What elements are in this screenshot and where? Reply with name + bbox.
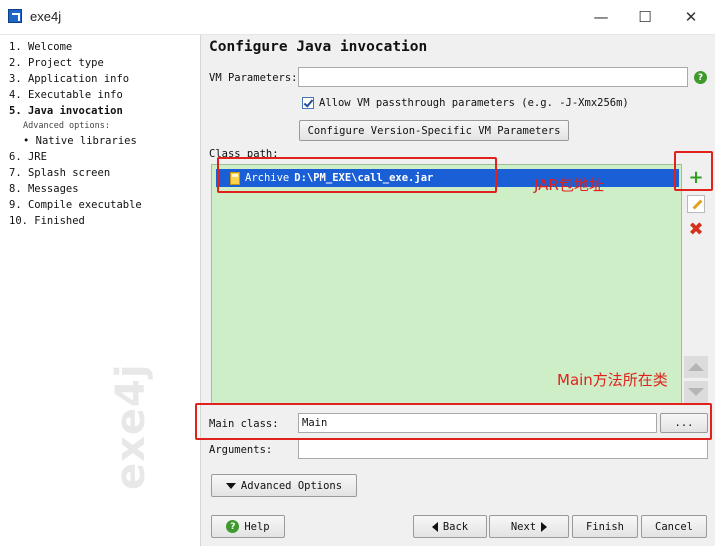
step-welcome[interactable]: 1. Welcome (9, 39, 142, 55)
exe4j-app-icon (8, 9, 22, 23)
back-arrow-icon (431, 521, 438, 532)
configure-vm-parameters-label: Configure Version-Specific VM Parameters (307, 124, 561, 137)
step-splash-screen[interactable]: 7. Splash screen (9, 165, 142, 181)
step-finished[interactable]: 10. Finished (9, 213, 142, 229)
move-down-button[interactable] (684, 381, 708, 403)
help-button[interactable]: ? Help (211, 515, 285, 538)
cancel-button-label: Cancel (655, 520, 693, 533)
step-java-invocation[interactable]: 5. Java invocation (9, 103, 142, 119)
step-project-type[interactable]: 2. Project type (9, 55, 142, 71)
move-up-icon (688, 363, 704, 371)
vm-parameters-label: VM Parameters: (209, 72, 298, 84)
advanced-options-button[interactable]: Advanced Options (211, 474, 357, 497)
main-annotation: Main方法所在类 (557, 371, 668, 389)
classpath-label: Class path: (209, 148, 279, 160)
remove-classpath-button[interactable]: ✖ (684, 219, 708, 241)
next-arrow-icon (541, 521, 548, 532)
step-compile-executable[interactable]: 9. Compile executable (9, 197, 142, 213)
help-button-label: Help (244, 520, 270, 533)
page-title: Configure Java invocation (209, 39, 428, 55)
back-button[interactable]: Back (413, 515, 487, 538)
main-class-label: Main class: (209, 418, 279, 430)
wizard-steps-panel: 1. Welcome 2. Project type 3. Applicatio… (0, 35, 201, 546)
classpath-entry-type: Archive (245, 172, 290, 184)
vm-parameters-field[interactable] (298, 67, 688, 87)
add-classpath-button[interactable]: + (684, 167, 708, 189)
passthrough-label: Allow VM passthrough parameters (e.g. -J… (319, 97, 629, 109)
edit-pencil-icon (687, 195, 705, 213)
back-button-label: Back (442, 520, 469, 533)
step-jre[interactable]: 6. JRE (9, 149, 142, 165)
close-button[interactable]: ✕ (668, 3, 714, 31)
delete-icon: ✖ (688, 219, 704, 240)
jar-archive-icon (230, 171, 240, 185)
wizard-steps-list: 1. Welcome 2. Project type 3. Applicatio… (9, 39, 142, 229)
step-native-libraries[interactable]: • Native libraries (9, 133, 142, 149)
finish-button-label: Finish (586, 520, 624, 533)
jar-annotation: JAR包地址 (534, 176, 604, 194)
finish-button[interactable]: Finish (572, 515, 638, 538)
arguments-field[interactable] (298, 439, 708, 459)
step-executable-info[interactable]: 4. Executable info (9, 87, 142, 103)
configure-vm-parameters-button[interactable]: Configure Version-Specific VM Parameters (299, 120, 569, 141)
cancel-button[interactable]: Cancel (641, 515, 707, 538)
exe4j-watermark-logo: exe4j (108, 363, 154, 490)
step-messages[interactable]: 8. Messages (9, 181, 142, 197)
move-down-icon (688, 388, 704, 396)
advanced-options-heading: Advanced options: (23, 121, 110, 131)
advanced-options-label: Advanced Options (240, 479, 343, 492)
arguments-input[interactable] (299, 440, 707, 458)
next-button-label: Next (510, 520, 537, 533)
edit-classpath-button[interactable] (684, 193, 708, 215)
classpath-entry-path: D:\PM_EXE\call_exe.jar (294, 172, 434, 184)
help-icon: ? (226, 520, 240, 533)
minimize-button[interactable]: — (578, 3, 624, 31)
vm-parameters-help-icon[interactable]: ? (694, 71, 707, 84)
step-application-info[interactable]: 3. Application info (9, 71, 142, 87)
browse-button-label: ... (674, 417, 694, 429)
browse-main-class-button[interactable]: ... (660, 413, 708, 433)
move-up-button[interactable] (684, 356, 708, 378)
main-class-field[interactable] (298, 413, 657, 433)
main-class-input[interactable] (299, 414, 656, 432)
classpath-entry[interactable]: Archive D:\PM_EXE\call_exe.jar (216, 169, 679, 187)
arguments-label: Arguments: (209, 444, 273, 456)
vm-parameters-input[interactable] (299, 68, 687, 86)
add-icon: + (688, 167, 704, 188)
title-bar: exe4j — ☐ ✕ (0, 0, 715, 35)
next-button[interactable]: Next (489, 515, 569, 538)
passthrough-checkbox[interactable] (302, 97, 314, 109)
maximize-button[interactable]: ☐ (622, 3, 668, 31)
classpath-list[interactable]: Archive D:\PM_EXE\call_exe.jar (211, 164, 682, 404)
dropdown-arrow-icon (225, 482, 236, 489)
window-title: exe4j (30, 9, 62, 24)
